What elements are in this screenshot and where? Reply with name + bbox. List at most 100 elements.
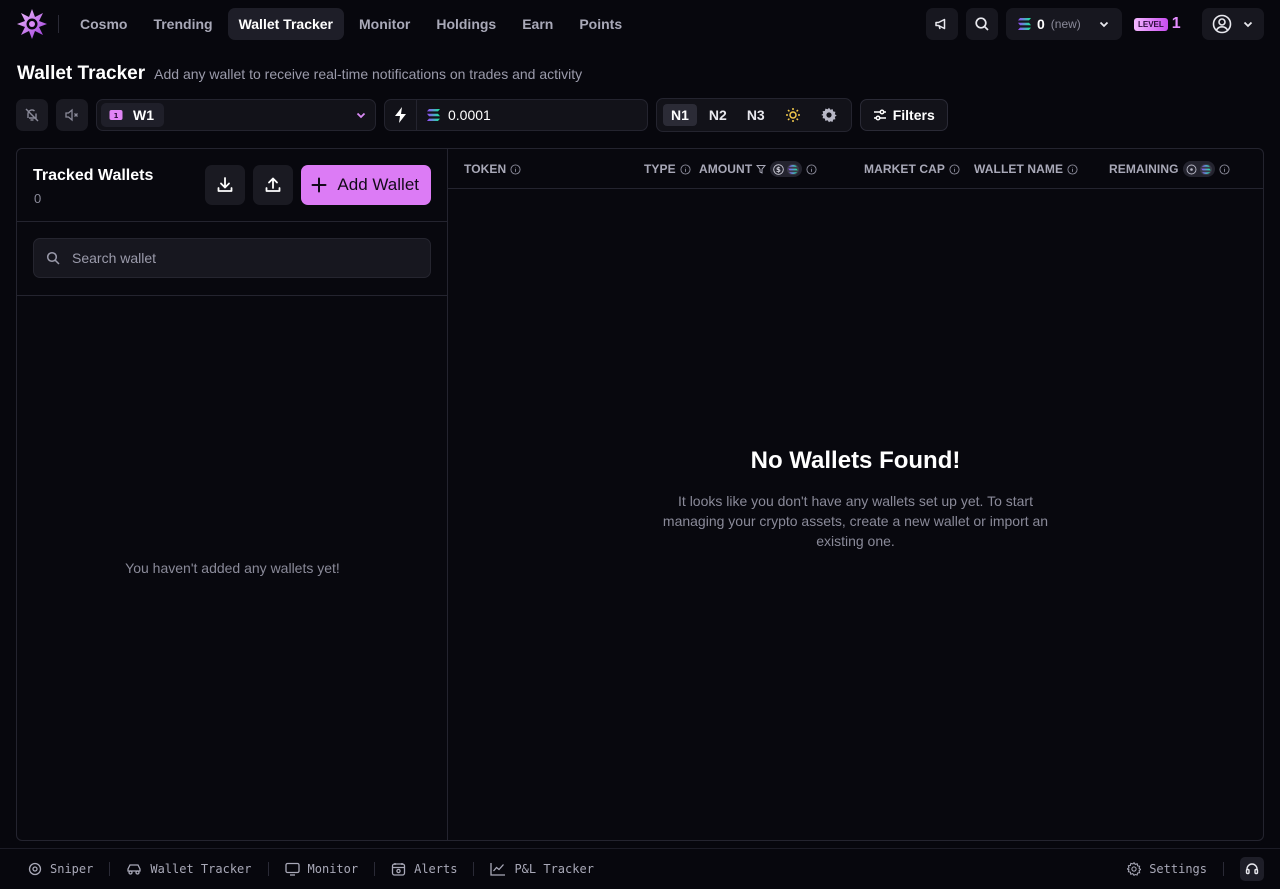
bottom-monitor[interactable]: Monitor xyxy=(284,862,358,876)
info-icon xyxy=(1067,163,1078,175)
wallet-search-input[interactable] xyxy=(72,250,402,266)
level-indicator[interactable]: LEVEL 1 xyxy=(1130,8,1194,40)
nav-link-holdings[interactable]: Holdings xyxy=(425,8,507,40)
monitor-icon xyxy=(284,862,300,876)
balance-note: (new) xyxy=(1050,17,1081,31)
preset-n3[interactable]: N3 xyxy=(739,104,773,126)
activity-table: TOKEN TYPE AMOUNT $ MARKET CAP WALLET NA… xyxy=(448,149,1263,840)
headset-icon xyxy=(1245,862,1259,876)
notifications-toggle[interactable] xyxy=(16,99,48,131)
chart-line-icon xyxy=(490,862,506,876)
bottom-settings[interactable]: Settings xyxy=(1127,862,1207,876)
tracked-wallets-panel: Tracked Wallets 0 Add Wallet Search wall… xyxy=(17,149,448,840)
car-icon xyxy=(126,862,142,876)
empty-state-title: No Wallets Found! xyxy=(750,447,961,474)
crosshair-icon xyxy=(28,862,42,876)
bolt-icon xyxy=(385,100,417,130)
bottom-separator xyxy=(374,862,376,876)
page-header: Wallet Tracker Add any wallet to receive… xyxy=(17,63,582,85)
remaining-unit-toggle[interactable] xyxy=(1182,161,1215,177)
nav-link-earn[interactable]: Earn xyxy=(511,8,564,40)
wallet-group-label: W1 xyxy=(133,107,154,123)
info-icon xyxy=(1219,163,1230,175)
column-market-cap[interactable]: MARKET CAP xyxy=(864,162,960,176)
amount-currency-toggle[interactable]: $ xyxy=(770,161,803,177)
tracked-wallets-empty-text: You haven't added any wallets yet! xyxy=(125,560,340,576)
tracked-wallets-header: Tracked Wallets 0 Add Wallet xyxy=(17,149,447,222)
support-button[interactable] xyxy=(1240,857,1264,881)
level-number: 1 xyxy=(1171,15,1181,32)
sound-toggle[interactable] xyxy=(56,99,88,131)
column-remaining-label: REMAINING xyxy=(1109,162,1179,176)
filter-icon[interactable] xyxy=(756,164,767,174)
sliders-icon xyxy=(873,108,887,122)
level-badge: LEVEL xyxy=(1134,17,1168,31)
wallet-icon-number: 1 xyxy=(114,112,119,120)
column-market-cap-label: MARKET CAP xyxy=(864,162,945,176)
bottom-sniper[interactable]: Sniper xyxy=(28,862,93,876)
upload-icon xyxy=(264,176,282,194)
bottom-alerts[interactable]: Alerts xyxy=(391,862,457,876)
add-wallet-button[interactable]: Add Wallet xyxy=(301,165,431,205)
wallet-group-chip: 1 W1 xyxy=(101,103,164,127)
tracked-wallets-count: 0 xyxy=(34,191,42,206)
volume-mute-icon xyxy=(64,107,80,123)
profile-menu-button[interactable] xyxy=(1202,8,1264,40)
nav-divider xyxy=(58,15,59,33)
empty-state: No Wallets Found! It looks like you don'… xyxy=(448,447,1263,551)
info-icon xyxy=(510,163,521,175)
announcements-button[interactable] xyxy=(926,8,958,40)
wallet-group-select[interactable]: 1 W1 xyxy=(96,99,376,131)
search-icon xyxy=(46,251,60,265)
bottom-wallet-tracker-label: Wallet Tracker xyxy=(150,862,252,876)
chevron-down-icon xyxy=(355,109,367,121)
bottom-separator xyxy=(109,862,111,876)
solana-icon xyxy=(787,163,800,175)
nav-link-monitor[interactable]: Monitor xyxy=(348,8,421,40)
column-type[interactable]: TYPE xyxy=(644,162,691,176)
bottom-pnl-tracker[interactable]: P&L Tracker xyxy=(490,862,594,876)
nav-link-cosmo[interactable]: Cosmo xyxy=(69,8,138,40)
download-icon xyxy=(216,176,234,194)
column-remaining[interactable]: REMAINING xyxy=(1109,161,1230,177)
balance-value: 0 xyxy=(1037,16,1045,32)
column-token[interactable]: TOKEN xyxy=(464,162,521,176)
table-header: TOKEN TYPE AMOUNT $ MARKET CAP WALLET NA… xyxy=(448,149,1263,189)
wallet-search xyxy=(33,238,431,278)
preset-n2[interactable]: N2 xyxy=(701,104,735,126)
solana-icon xyxy=(427,109,440,121)
quick-buy-amount-input[interactable]: 0.0001 xyxy=(384,99,648,131)
column-wallet-name[interactable]: WALLET NAME xyxy=(974,162,1078,176)
nav-link-trending[interactable]: Trending xyxy=(142,8,223,40)
sun-icon[interactable] xyxy=(777,104,809,126)
add-wallet-label: Add Wallet xyxy=(337,175,419,194)
gear-icon[interactable] xyxy=(813,104,845,126)
filters-button[interactable]: Filters xyxy=(859,99,948,131)
alarm-icon xyxy=(391,862,406,876)
column-amount-label: AMOUNT xyxy=(699,162,753,176)
column-type-label: TYPE xyxy=(644,162,676,176)
import-wallets-button[interactable] xyxy=(205,165,246,205)
nav-links: Cosmo Trending Wallet Tracker Monitor Ho… xyxy=(69,8,633,40)
top-navigation: Cosmo Trending Wallet Tracker Monitor Ho… xyxy=(0,0,1280,48)
bottom-wallet-tracker[interactable]: Wallet Tracker xyxy=(126,862,252,876)
bottom-alerts-label: Alerts xyxy=(414,862,458,876)
logo-icon[interactable] xyxy=(16,8,48,40)
filters-label: Filters xyxy=(892,107,935,123)
bottom-separator xyxy=(473,862,475,876)
amount-value-wrap: 0.0001 xyxy=(427,107,491,123)
info-icon xyxy=(949,163,960,175)
bottom-settings-label: Settings xyxy=(1149,862,1207,876)
column-amount[interactable]: AMOUNT $ xyxy=(699,161,817,177)
nav-link-wallet-tracker[interactable]: Wallet Tracker xyxy=(227,8,344,40)
search-button[interactable] xyxy=(966,8,998,40)
nav-link-points[interactable]: Points xyxy=(568,8,633,40)
bottom-separator xyxy=(1223,862,1224,876)
balance-selector[interactable]: 0 (new) xyxy=(1006,8,1122,40)
page-title: Wallet Tracker xyxy=(17,63,146,84)
export-wallets-button[interactable] xyxy=(253,165,294,205)
percent-icon xyxy=(1186,164,1197,174)
nav-right: 0 (new) LEVEL 1 xyxy=(926,8,1264,40)
wallet-search-wrap xyxy=(17,222,447,296)
preset-n1[interactable]: N1 xyxy=(663,104,697,126)
